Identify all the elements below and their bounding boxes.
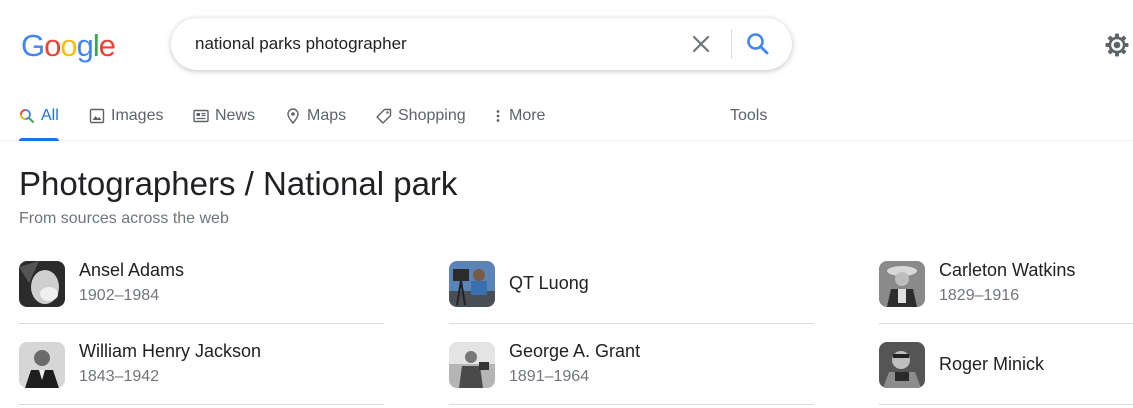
tab-maps[interactable]: Maps — [285, 92, 346, 140]
tab-all[interactable]: All — [19, 92, 59, 141]
settings-button[interactable] — [1103, 31, 1131, 59]
search-button[interactable] — [745, 31, 771, 57]
tab-label: More — [509, 107, 546, 124]
person-roger-minick[interactable]: Roger Minick — [879, 323, 1133, 405]
tab-shopping[interactable]: Shopping — [376, 92, 466, 140]
search-icon — [20, 109, 34, 123]
tab-label: News — [215, 107, 256, 124]
more-vertical-icon — [496, 110, 500, 122]
person-name: Roger Minick — [939, 354, 1045, 374]
tab-label: Shopping — [398, 107, 466, 124]
tab-label: Images — [111, 107, 164, 124]
logo-letter: e — [98, 28, 116, 63]
person-qt-luong[interactable]: QT Luong — [449, 242, 814, 324]
person-carleton-watkins[interactable]: Carleton Watkins 1829–1916 — [879, 242, 1133, 324]
logo-letter: g — [76, 28, 94, 63]
person-george-a-grant[interactable]: George A. Grant 1891–1964 — [449, 323, 814, 405]
map-pin-icon — [287, 108, 299, 124]
tools-button[interactable]: Tools — [730, 92, 767, 140]
panel-title: Photographers / National park — [19, 165, 458, 202]
tab-more[interactable]: More — [493, 92, 545, 140]
search-icon — [747, 33, 769, 55]
person-name: Carleton Watkins — [939, 260, 1076, 280]
search-divider — [731, 29, 732, 59]
person-photo — [449, 342, 495, 388]
person-photo — [19, 342, 65, 388]
person-name: QT Luong — [509, 273, 589, 293]
person-years: 1891–1964 — [509, 368, 590, 385]
logo-letter: o — [60, 28, 77, 63]
tab-images[interactable]: Images — [89, 92, 163, 140]
google-logo[interactable]: Google — [21, 27, 116, 65]
tab-label: Maps — [307, 107, 347, 124]
tag-icon — [376, 108, 392, 124]
person-years: 1829–1916 — [939, 287, 1020, 304]
person-years: 1902–1984 — [79, 287, 160, 304]
search-input[interactable] — [195, 31, 675, 57]
person-photo — [449, 261, 495, 307]
person-name: Ansel Adams — [79, 260, 185, 280]
logo-letter: G — [21, 28, 45, 63]
person-ansel-adams[interactable]: Ansel Adams 1902–1984 — [19, 242, 384, 324]
person-photo — [879, 342, 925, 388]
search-box — [171, 18, 792, 70]
tab-news[interactable]: News — [193, 92, 255, 140]
news-icon — [193, 109, 209, 123]
tab-label: All — [41, 107, 59, 124]
gear-icon — [1105, 33, 1129, 57]
person-years: 1843–1942 — [79, 368, 160, 385]
person-william-henry-jackson[interactable]: William Henry Jackson 1843–1942 — [19, 323, 384, 405]
person-name: William Henry Jackson — [79, 341, 262, 361]
panel-subtitle: From sources across the web — [19, 210, 229, 227]
person-photo — [879, 261, 925, 307]
person-photo — [19, 261, 65, 307]
logo-letter: o — [44, 28, 61, 63]
person-name: George A. Grant — [509, 341, 641, 361]
clear-button[interactable] — [689, 32, 713, 56]
close-icon — [692, 35, 710, 53]
search-tabs: All Images News Maps Shopping More Tools — [0, 92, 1133, 141]
image-icon — [89, 108, 105, 124]
